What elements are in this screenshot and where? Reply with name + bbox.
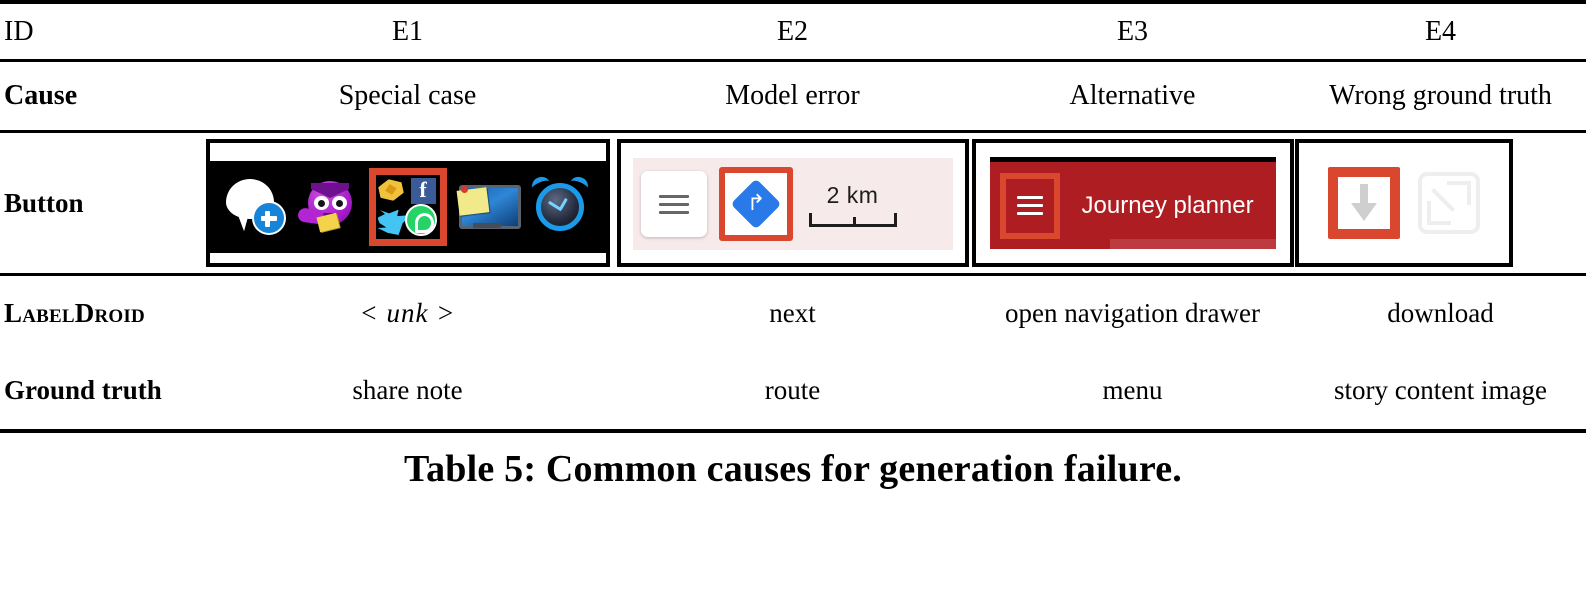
cell-id-e1: E1 <box>200 0 615 61</box>
cell-button-e2: ↱ 2 km <box>615 130 970 275</box>
sticky-note-monitor-icon[interactable] <box>455 175 521 239</box>
map-scale-bar: 2 km <box>808 181 897 227</box>
cell-cause-e4: Wrong ground truth <box>1295 59 1586 132</box>
cell-cause-e3: Alternative <box>970 59 1295 132</box>
e1-icon-toolbar: f <box>209 161 606 253</box>
screenshot-e3: Journey planner <box>971 139 1294 267</box>
fullscreen-expand-icon[interactable] <box>1418 172 1480 234</box>
cell-ground-truth-e3: menu <box>970 351 1295 433</box>
screenshot-e4 <box>1295 139 1513 267</box>
cell-labeldroid-e4: download <box>1295 273 1586 351</box>
e3-app-bar: Journey planner <box>989 157 1276 249</box>
table-caption: Table 5: Common causes for generation fa… <box>404 448 1182 490</box>
cell-button-e4 <box>1295 130 1586 275</box>
app-bar-shade <box>1109 239 1276 249</box>
download-arrow-icon[interactable] <box>1328 167 1400 239</box>
cell-id-e3: E3 <box>970 0 1295 61</box>
cell-ground-truth-e2: route <box>615 351 970 433</box>
cell-labeldroid-e2: next <box>615 273 970 351</box>
table-row-ground-truth: Ground truth share note route menu story… <box>0 351 1586 433</box>
cell-cause-e2: Model error <box>615 59 970 132</box>
e2-map-controls: ↱ 2 km <box>632 158 953 250</box>
cell-button-e3: Journey planner <box>970 130 1295 275</box>
route-arrow-glyph: ↱ <box>746 191 765 216</box>
cell-id-e2: E2 <box>615 0 970 61</box>
purple-monster-icon[interactable] <box>296 175 360 239</box>
cell-labeldroid-e3: open navigation drawer <box>970 273 1295 351</box>
cell-button-e1: f <box>200 130 615 275</box>
cell-id-e4: E4 <box>1295 0 1586 61</box>
row-header-button: Button <box>0 130 200 275</box>
row-header-cause: Cause <box>0 59 200 132</box>
hamburger-icon[interactable] <box>999 172 1060 239</box>
table-figure-page: ID E1 E2 E3 E4 Cause Special case Model … <box>0 0 1586 602</box>
cell-ground-truth-e1: share note <box>200 351 615 433</box>
hamburger-icon[interactable] <box>640 171 707 237</box>
cell-ground-truth-e4: story content image <box>1295 351 1586 433</box>
map-scale-label: 2 km <box>826 181 879 208</box>
screenshot-e1: f <box>205 139 610 267</box>
app-bar-title: Journey planner <box>1081 191 1254 219</box>
table-row-id: ID E1 E2 E3 E4 <box>0 0 1586 61</box>
route-diamond-icon[interactable]: ↱ <box>718 167 793 241</box>
table-row-cause: Cause Special case Model error Alternati… <box>0 59 1586 132</box>
row-header-labeldroid: LabelDroid <box>0 273 200 351</box>
cell-labeldroid-e1: < unk > <box>200 273 615 351</box>
cell-cause-e1: Special case <box>200 59 615 132</box>
row-header-ground-truth: Ground truth <box>0 351 200 433</box>
share-apps-icon[interactable]: f <box>368 168 447 246</box>
new-message-bubble-icon[interactable] <box>224 175 288 239</box>
row-header-id: ID <box>0 0 200 61</box>
results-table: ID E1 E2 E3 E4 Cause Special case Model … <box>0 0 1586 433</box>
alarm-clock-icon[interactable] <box>528 174 592 239</box>
table-row-button: Button f ↱ 2 km Journey planner <box>0 130 1586 275</box>
screenshot-e2: ↱ 2 km <box>616 139 969 267</box>
table-row-labeldroid: LabelDroid < unk > next open navigation … <box>0 273 1586 351</box>
